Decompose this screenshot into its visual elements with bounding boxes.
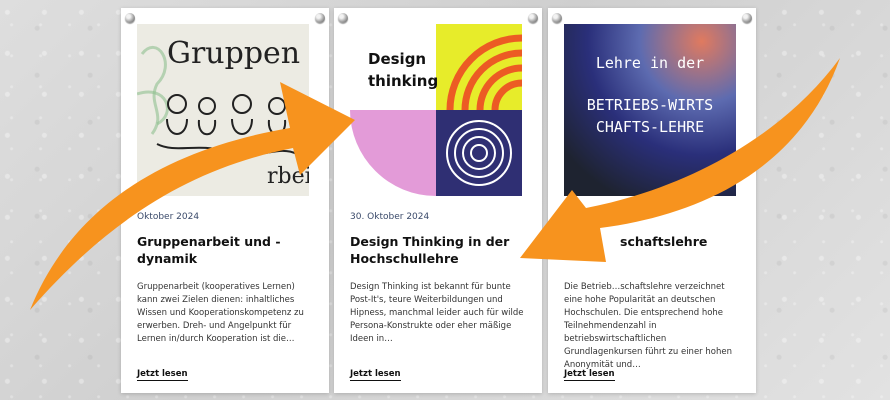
pin-icon	[552, 13, 562, 23]
post-excerpt: Gruppenarbeit (kooperatives Lernen) kann…	[137, 282, 304, 344]
post-title[interactable]: Gruppenarbeit und -dynamik	[137, 233, 317, 267]
image-title-text: Gruppen	[167, 36, 301, 71]
post-title[interactable]: schaftslehre	[620, 233, 740, 250]
post-title[interactable]: Design Thinking in der Hochschullehre	[350, 233, 530, 267]
post-excerpt: Die Betrieb…schaftslehre verzeichnet ein…	[564, 282, 732, 370]
read-more-link[interactable]: Jetzt lesen	[564, 369, 615, 381]
post-image-2[interactable]: Design thinking	[350, 24, 522, 196]
post-image-1[interactable]: Gruppen rbeiten	[137, 24, 309, 196]
post-date: Oktober 2024	[137, 212, 200, 222]
post-card-1[interactable]: Gruppen rbeiten Oktober 2024 Gruppenarbe…	[121, 8, 329, 393]
image-title-text: Lehre in der	[595, 54, 705, 72]
post-image-3[interactable]: Lehre in der BETRIEBS-WIRTSCHAFTS-LEHRE	[564, 24, 736, 196]
read-more-link[interactable]: Jetzt lesen	[137, 369, 188, 381]
post-excerpt: Design Thinking ist bekannt für bunte Po…	[350, 282, 524, 344]
post-card-3[interactable]: Lehre in der BETRIEBS-WIRTSCHAFTS-LEHRE …	[548, 8, 756, 393]
pin-icon	[338, 13, 348, 23]
pin-icon	[315, 13, 325, 23]
pin-icon	[742, 13, 752, 23]
image-bottom-text: rbeiten	[267, 164, 309, 189]
read-more-link[interactable]: Jetzt lesen	[350, 369, 401, 381]
image-subtitle-text: BETRIEBS-WIRTSCHAFTS-LEHRE	[586, 96, 714, 136]
pin-icon	[125, 13, 135, 23]
pin-icon	[528, 13, 538, 23]
post-card-2[interactable]: Design thinking 30. Oktober 2024 Design …	[334, 8, 542, 393]
image-title-text: Design thinking	[368, 50, 439, 90]
post-date: 30. Oktober 2024	[350, 212, 430, 222]
